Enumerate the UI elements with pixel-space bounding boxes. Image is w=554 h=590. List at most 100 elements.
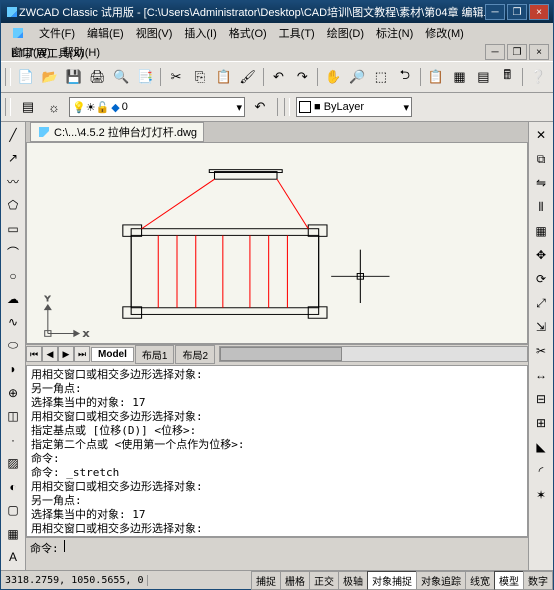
break-icon[interactable]: ⊟ xyxy=(530,388,552,410)
join-icon[interactable]: ⊞ xyxy=(530,412,552,434)
grid-toggle[interactable]: 栅格 xyxy=(280,571,310,590)
toolbar-handle[interactable] xyxy=(284,98,290,116)
toolbar-handle[interactable] xyxy=(5,68,11,86)
menu-edit[interactable]: 编辑(E) xyxy=(81,23,130,43)
extend-icon[interactable]: ↔ xyxy=(530,364,552,386)
menu-file[interactable]: 文件(F) xyxy=(33,23,81,43)
undo-icon[interactable]: ↶ xyxy=(268,66,290,88)
layer-states-icon[interactable]: ☼ xyxy=(43,96,65,118)
explode-icon[interactable]: ✶ xyxy=(530,484,552,506)
prev-tab-icon[interactable]: ◀ xyxy=(42,346,58,362)
stretch-icon[interactable]: ⇲ xyxy=(530,316,552,338)
first-tab-icon[interactable]: ⏮ xyxy=(26,346,42,362)
publish-icon[interactable]: 📑 xyxy=(134,66,156,88)
document-tab[interactable]: C:\...\4.5.2 拉伸台灯灯杆.dwg xyxy=(30,122,204,142)
doc-close-button[interactable]: × xyxy=(529,44,549,60)
close-button[interactable]: × xyxy=(529,4,549,20)
open-icon[interactable]: 📂 xyxy=(39,66,61,88)
zoom-prev-icon[interactable]: ⮌ xyxy=(394,66,416,88)
color-combo[interactable]: ■ ByLayer ▾ xyxy=(296,97,412,117)
xline-icon[interactable]: ↗ xyxy=(2,147,24,168)
hatch-icon[interactable]: ▨ xyxy=(2,453,24,474)
point-icon[interactable]: · xyxy=(2,429,24,450)
print-icon[interactable]: 🖨 xyxy=(87,66,109,88)
menu-insert[interactable]: 插入(I) xyxy=(178,23,222,43)
restore-button[interactable]: ❐ xyxy=(507,4,527,20)
model-toggle[interactable]: 模型 xyxy=(494,571,524,590)
osnap-toggle[interactable]: 对象捕捉 xyxy=(367,571,417,590)
toolbar-handle[interactable] xyxy=(5,98,11,116)
tab-layout2[interactable]: 布局2 xyxy=(175,345,215,364)
circle-icon[interactable]: ○ xyxy=(2,265,24,286)
zoom-realtime-icon[interactable]: 🔎 xyxy=(346,66,368,88)
layer-combo[interactable]: 💡 ☀ 🔓 ◆ 0 ▾ xyxy=(69,97,245,117)
arc-icon[interactable]: ⌒ xyxy=(2,241,24,262)
menu-help[interactable]: 帮助(H) xyxy=(57,42,106,62)
pan-icon[interactable]: ✋ xyxy=(322,66,344,88)
calc-icon[interactable]: 🖩 xyxy=(496,66,518,88)
app-menu-icon[interactable] xyxy=(5,24,31,42)
polyline-icon[interactable]: 〰 xyxy=(2,171,24,192)
line-icon[interactable]: ╱ xyxy=(2,124,24,145)
array-icon[interactable]: ▦ xyxy=(530,220,552,242)
menu-view[interactable]: 视图(V) xyxy=(130,23,179,43)
next-tab-icon[interactable]: ▶ xyxy=(58,346,74,362)
layer-prev-icon[interactable]: ↶ xyxy=(249,96,271,118)
menu-modify[interactable]: 修改(M) xyxy=(419,23,470,43)
save-icon[interactable]: 💾 xyxy=(63,66,85,88)
ellipsearc-icon[interactable]: ◗ xyxy=(2,359,24,380)
rectangle-icon[interactable]: ▭ xyxy=(2,218,24,239)
last-tab-icon[interactable]: ⏭ xyxy=(74,346,90,362)
menu-dim[interactable]: 标注(N) xyxy=(370,23,419,43)
erase-icon[interactable]: ✕ xyxy=(530,124,552,146)
lineweight-toggle[interactable]: 线宽 xyxy=(465,571,495,590)
menu-draw[interactable]: 绘图(D) xyxy=(321,23,370,43)
gradient-icon[interactable]: ◐ xyxy=(2,476,24,497)
zoom-window-icon[interactable]: ⬚ xyxy=(370,66,392,88)
paste-icon[interactable]: 📋 xyxy=(213,66,235,88)
cut-icon[interactable]: ✂ xyxy=(165,66,187,88)
layer-manager-icon[interactable]: ▤ xyxy=(17,96,39,118)
redo-icon[interactable]: ↷ xyxy=(291,66,313,88)
minimize-button[interactable]: ─ xyxy=(485,4,505,20)
help-icon[interactable]: ❔ xyxy=(527,66,549,88)
block-icon[interactable]: ◫ xyxy=(2,406,24,427)
designcenter-icon[interactable]: ▦ xyxy=(449,66,471,88)
menu-window[interactable]: 窗口(W) xyxy=(5,42,57,62)
doc-restore-button[interactable]: ❐ xyxy=(507,44,527,60)
fillet-icon[interactable]: ◜ xyxy=(530,460,552,482)
matchprop-icon[interactable]: 🖌 xyxy=(237,66,259,88)
polar-toggle[interactable]: 极轴 xyxy=(338,571,368,590)
rotate-icon[interactable]: ⟳ xyxy=(530,268,552,290)
horizontal-scrollbar[interactable] xyxy=(219,346,528,362)
offset-icon[interactable]: ⫴ xyxy=(530,196,552,218)
snap-toggle[interactable]: 捕捉 xyxy=(251,571,281,590)
toolpalette-icon[interactable]: ▤ xyxy=(472,66,494,88)
scale-icon[interactable]: ⤢ xyxy=(530,292,552,314)
spline-icon[interactable]: ∿ xyxy=(2,312,24,333)
ortho-toggle[interactable]: 正交 xyxy=(309,571,339,590)
tab-layout1[interactable]: 布局1 xyxy=(135,345,175,364)
chamfer-icon[interactable]: ◣ xyxy=(530,436,552,458)
menu-tools[interactable]: 工具(T) xyxy=(273,23,321,43)
trim-icon[interactable]: ✂ xyxy=(530,340,552,362)
mtext-icon[interactable]: A xyxy=(2,546,24,567)
table-icon[interactable]: ▦ xyxy=(2,523,24,544)
revcloud-icon[interactable]: ☁ xyxy=(2,288,24,309)
copy-obj-icon[interactable]: ⧉ xyxy=(530,148,552,170)
drawing-area[interactable]: XY xyxy=(26,142,528,344)
properties-icon[interactable]: 📋 xyxy=(425,66,447,88)
copy-icon[interactable]: ⎘ xyxy=(189,66,211,88)
mirror-icon[interactable]: ⇋ xyxy=(530,172,552,194)
command-line[interactable]: 命令: xyxy=(26,537,528,570)
new-icon[interactable]: 📄 xyxy=(15,66,37,88)
insert-icon[interactable]: ⊕ xyxy=(2,382,24,403)
ellipse-icon[interactable]: ⬭ xyxy=(2,335,24,356)
doc-minimize-button[interactable]: ─ xyxy=(485,44,505,60)
otrack-toggle[interactable]: 对象追踪 xyxy=(416,571,466,590)
menu-format[interactable]: 格式(O) xyxy=(223,23,273,43)
move-icon[interactable]: ✥ xyxy=(530,244,552,266)
polygon-icon[interactable]: ⬠ xyxy=(2,194,24,215)
tab-model[interactable]: Model xyxy=(91,347,134,362)
preview-icon[interactable]: 🔍 xyxy=(110,66,132,88)
